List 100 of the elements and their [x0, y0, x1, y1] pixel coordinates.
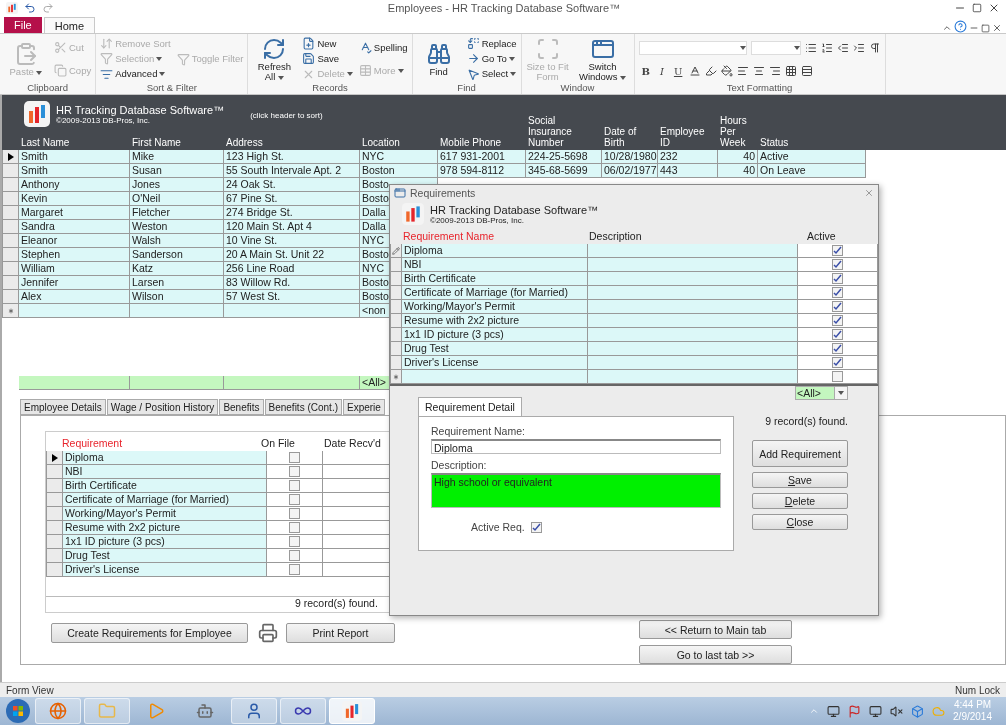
ribbon-tab[interactable]: Home — [43, 17, 96, 33]
filter-dropdown[interactable]: <All> — [795, 386, 848, 400]
checkbox[interactable] — [289, 494, 300, 505]
form-tab[interactable]: Wage / Position History — [106, 399, 219, 415]
taskbar-button[interactable] — [35, 698, 81, 724]
ribbon-button[interactable]: Advanced — [100, 67, 171, 81]
close-button[interactable]: Close — [752, 514, 848, 530]
table-cell: O'Neil — [130, 192, 224, 206]
replace-icon — [466, 37, 480, 51]
ribbon-button[interactable]: New — [302, 37, 353, 51]
table-cell: 40 — [718, 150, 758, 164]
table-cell: 345-68-5699 — [526, 164, 602, 178]
column-header[interactable]: Social Insurance Number — [526, 115, 602, 148]
table-cell: 40 — [718, 164, 758, 178]
checkbox[interactable] — [832, 245, 843, 256]
checkbox[interactable] — [289, 466, 300, 477]
checkbox[interactable] — [289, 508, 300, 519]
checkbox[interactable] — [832, 357, 843, 368]
form-tab[interactable]: Employee Details — [20, 399, 106, 415]
group-label: Text Formatting — [725, 82, 794, 94]
checkbox[interactable] — [832, 259, 843, 270]
table-cell: Driver's License — [402, 356, 588, 370]
column-header[interactable]: Mobile Phone — [438, 137, 526, 148]
table-cell: 10/28/1980 — [602, 150, 658, 164]
size-field[interactable] — [750, 41, 801, 55]
table-cell: William — [19, 262, 130, 276]
add-requirement-button[interactable]: Add Requirement — [752, 440, 848, 467]
align-right-icon — [769, 65, 782, 77]
column-header[interactable]: Date of Birth — [602, 126, 658, 148]
checkbox[interactable] — [832, 343, 843, 354]
checkbox[interactable] — [832, 287, 843, 298]
last-tab-button[interactable]: Go to last tab >> — [639, 645, 792, 664]
ribbon-button[interactable]: Switch Windows — [575, 36, 630, 82]
save-button[interactable]: Save — [752, 472, 848, 488]
format-button[interactable]: B — [638, 65, 653, 77]
detail-tab[interactable]: Requirement Detail — [418, 397, 522, 416]
column-header[interactable]: Last Name — [19, 137, 130, 148]
taskbar-button[interactable] — [329, 698, 375, 724]
column-header: Active — [806, 230, 837, 242]
table-cell: Kevin — [19, 192, 130, 206]
checkbox[interactable] — [289, 550, 300, 561]
refresh-icon — [262, 36, 287, 61]
checkbox[interactable] — [289, 536, 300, 547]
highlighter-icon — [705, 65, 718, 77]
checkbox[interactable] — [289, 522, 300, 533]
row-selector[interactable] — [2, 150, 19, 164]
form-icon — [394, 187, 406, 199]
print-report-button[interactable]: Print Report — [286, 623, 395, 643]
return-button[interactable]: << Return to Main tab — [639, 620, 792, 639]
ribbon-tab[interactable]: File — [4, 17, 42, 33]
create-requirements-button[interactable]: Create Requirements for Employee — [51, 623, 248, 643]
filter-cell[interactable] — [224, 376, 360, 390]
name-field[interactable]: Diploma — [431, 439, 721, 454]
checkbox[interactable] — [289, 452, 300, 463]
ribbon-button[interactable]: Save — [302, 52, 353, 66]
ribbon-button[interactable]: Go To — [466, 52, 517, 66]
fill-icon — [721, 65, 734, 77]
delete-button[interactable]: Delete — [752, 493, 848, 509]
help-icon — [954, 20, 967, 33]
checkbox[interactable] — [289, 564, 300, 575]
taskbar-button[interactable] — [280, 698, 326, 724]
row-selector[interactable] — [46, 451, 63, 465]
ribbon-button[interactable]: Spelling — [358, 41, 408, 54]
dropdown-caret-icon — [277, 75, 284, 80]
format-button[interactable]: I — [656, 65, 667, 77]
column-header[interactable]: First Name — [130, 137, 224, 148]
column-header: Requirement — [61, 437, 124, 449]
ribbon-button[interactable]: Refresh All — [252, 36, 297, 82]
ribbon-button[interactable]: Select — [466, 67, 517, 81]
filter-cell[interactable] — [130, 376, 224, 390]
checkbox[interactable] — [530, 521, 542, 533]
checkbox[interactable] — [832, 315, 843, 326]
pencil-icon — [392, 246, 400, 255]
ribbon-button[interactable]: Replace — [466, 37, 517, 51]
format-button[interactable]: U — [670, 65, 686, 77]
group-label: Sort & Filter — [145, 82, 198, 94]
scissors-icon — [54, 41, 67, 54]
checkbox[interactable] — [832, 329, 843, 340]
start-button[interactable] — [4, 698, 32, 724]
column-header[interactable]: Hours Per Week — [718, 115, 758, 148]
checkbox[interactable] — [832, 273, 843, 284]
checkbox[interactable] — [832, 301, 843, 312]
description-field[interactable]: High school or equivalent — [431, 473, 721, 508]
form-tab[interactable]: Experie — [343, 399, 385, 415]
ribbon-button[interactable]: Find — [416, 41, 461, 77]
taskbar-button[interactable] — [231, 698, 277, 724]
table-cell: 256 Line Road — [224, 262, 360, 276]
status-text: Num Lock — [955, 684, 1000, 696]
column-header[interactable]: Location — [360, 137, 438, 148]
column-header[interactable]: Address — [224, 137, 360, 148]
group-label: Clipboard — [26, 82, 69, 94]
column-header[interactable]: Status — [758, 137, 866, 148]
form-tab[interactable]: Benefits (Cont.) — [264, 399, 342, 415]
checkbox[interactable] — [832, 371, 843, 382]
table-cell: 617 931-2001 — [438, 150, 526, 164]
checkbox[interactable] — [289, 480, 300, 491]
column-header[interactable]: Employee ID — [658, 126, 718, 148]
font-field[interactable] — [638, 41, 747, 55]
form-tab[interactable]: Benefits — [219, 399, 264, 415]
filter-cell[interactable] — [19, 376, 130, 390]
